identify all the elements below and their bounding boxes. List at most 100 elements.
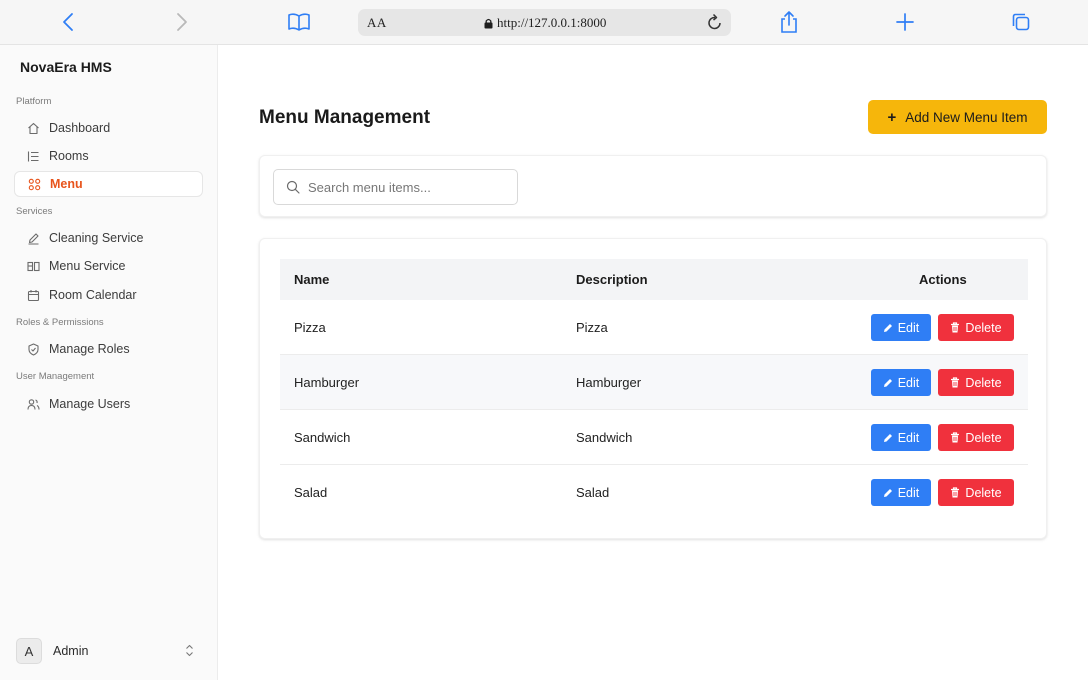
tabs-icon: [1012, 13, 1030, 31]
sidebar-item-manage-roles[interactable]: Manage Roles: [14, 336, 203, 362]
list-icon: [26, 149, 40, 163]
plus-icon: [896, 13, 914, 31]
table-row: Sandwich Sandwich Edit Delete: [280, 410, 1028, 465]
pencil-icon: [26, 231, 40, 245]
cell-name: Salad: [294, 485, 328, 500]
share-icon: [781, 11, 797, 33]
users-icon: [26, 397, 40, 411]
delete-button[interactable]: Delete: [938, 314, 1014, 341]
section-label-services: Services: [16, 206, 53, 217]
delete-label: Delete: [965, 320, 1002, 335]
section-label-roles-permissions: Roles & Permissions: [16, 317, 104, 328]
panels-icon: [26, 259, 40, 273]
home-icon: [26, 121, 40, 135]
section-label-user-management: User Management: [16, 371, 95, 382]
user-menu[interactable]: A Admin: [16, 638, 206, 664]
page-title: Menu Management: [259, 107, 431, 128]
sidebar-item-room-calendar[interactable]: Room Calendar: [14, 282, 203, 308]
reload-button[interactable]: [707, 13, 723, 36]
column-header-description: Description: [576, 272, 648, 287]
sidebar-item-label: Room Calendar: [49, 288, 137, 302]
pencil-icon: [883, 488, 892, 497]
calendar-icon: [26, 288, 40, 302]
table-row: Salad Salad Edit Delete: [280, 465, 1028, 520]
chevron-left-icon: [63, 13, 73, 31]
search-box[interactable]: [273, 169, 518, 205]
cell-description: Pizza: [576, 320, 608, 335]
sidebar-item-menu[interactable]: Menu: [14, 171, 203, 197]
brand-name: NovaEra HMS: [20, 59, 112, 75]
sidebar-item-label: Menu: [50, 177, 83, 191]
cell-name: Sandwich: [294, 430, 351, 445]
delete-label: Delete: [965, 485, 1002, 500]
pencil-icon: [883, 323, 892, 332]
share-button[interactable]: [774, 8, 804, 36]
lock-icon: [484, 18, 493, 28]
new-tab-button[interactable]: [890, 8, 920, 36]
pencil-icon: [883, 433, 892, 442]
url-text: http://127.0.0.1:8000: [497, 15, 607, 30]
browser-toolbar: AA http://127.0.0.1:8000: [0, 0, 1088, 45]
delete-button[interactable]: Delete: [938, 479, 1014, 506]
sidebar: NovaEra HMS Platform Dashboard Rooms Men…: [0, 45, 218, 680]
delete-button[interactable]: Delete: [938, 369, 1014, 396]
sidebar-item-label: Menu Service: [49, 259, 126, 273]
grid-icon: [27, 177, 41, 191]
trash-icon: [951, 487, 960, 498]
plus-icon: +: [887, 108, 897, 126]
sidebar-item-menu-service[interactable]: Menu Service: [14, 253, 203, 279]
table-header: Name Description Actions: [280, 259, 1028, 300]
avatar: A: [16, 638, 42, 664]
tabs-overview-button[interactable]: [1006, 8, 1036, 36]
trash-icon: [951, 432, 960, 443]
column-header-name: Name: [294, 272, 330, 287]
edit-label: Edit: [897, 430, 920, 445]
forward-button[interactable]: [167, 8, 197, 36]
sidebar-item-manage-users[interactable]: Manage Users: [14, 391, 203, 417]
reload-icon: [708, 13, 721, 30]
edit-button[interactable]: Edit: [871, 424, 931, 451]
cell-description: Salad: [576, 485, 610, 500]
pencil-icon: [883, 378, 892, 387]
chevrons-up-down-icon: [185, 644, 194, 662]
cell-description: Sandwich: [576, 430, 633, 445]
book-icon: [288, 13, 310, 31]
sidebar-item-label: Cleaning Service: [49, 231, 144, 245]
trash-icon: [951, 322, 960, 333]
edit-button[interactable]: Edit: [871, 369, 931, 396]
edit-button[interactable]: Edit: [871, 479, 931, 506]
address-bar[interactable]: AA http://127.0.0.1:8000: [358, 9, 731, 36]
sidebar-item-cleaning-service[interactable]: Cleaning Service: [14, 225, 203, 251]
sidebar-item-label: Manage Roles: [49, 342, 130, 356]
section-label-platform: Platform: [16, 96, 52, 107]
edit-button[interactable]: Edit: [871, 314, 931, 341]
sidebar-item-label: Rooms: [49, 149, 89, 163]
cell-name: Hamburger: [294, 375, 360, 390]
sidebar-item-rooms[interactable]: Rooms: [14, 143, 203, 169]
delete-label: Delete: [965, 430, 1002, 445]
search-card: [259, 155, 1047, 217]
add-menu-item-label: Add New Menu Item: [905, 109, 1028, 125]
search-input[interactable]: [308, 179, 508, 195]
trash-icon: [951, 377, 960, 388]
text-size-button[interactable]: AA: [367, 15, 387, 31]
add-menu-item-button[interactable]: + Add New Menu Item: [868, 100, 1047, 134]
delete-button[interactable]: Delete: [938, 424, 1014, 451]
sidebar-item-dashboard[interactable]: Dashboard: [14, 115, 203, 141]
column-header-actions: Actions: [919, 272, 967, 287]
table-row: Pizza Pizza Edit Delete: [280, 300, 1028, 355]
sidebar-item-label: Manage Users: [49, 397, 131, 411]
sidebar-item-label: Dashboard: [49, 121, 111, 135]
cell-name: Pizza: [294, 320, 326, 335]
edit-label: Edit: [897, 485, 920, 500]
user-name: Admin: [53, 644, 89, 658]
back-button[interactable]: [53, 8, 83, 36]
bookmarks-button[interactable]: [284, 8, 314, 36]
chevron-right-icon: [177, 13, 187, 31]
url-display[interactable]: http://127.0.0.1:8000: [484, 15, 606, 31]
search-icon: [286, 180, 300, 194]
edit-label: Edit: [897, 375, 920, 390]
edit-label: Edit: [897, 320, 920, 335]
menu-table-card: Name Description Actions Pizza Pizza Edi…: [259, 238, 1047, 539]
delete-label: Delete: [965, 375, 1002, 390]
